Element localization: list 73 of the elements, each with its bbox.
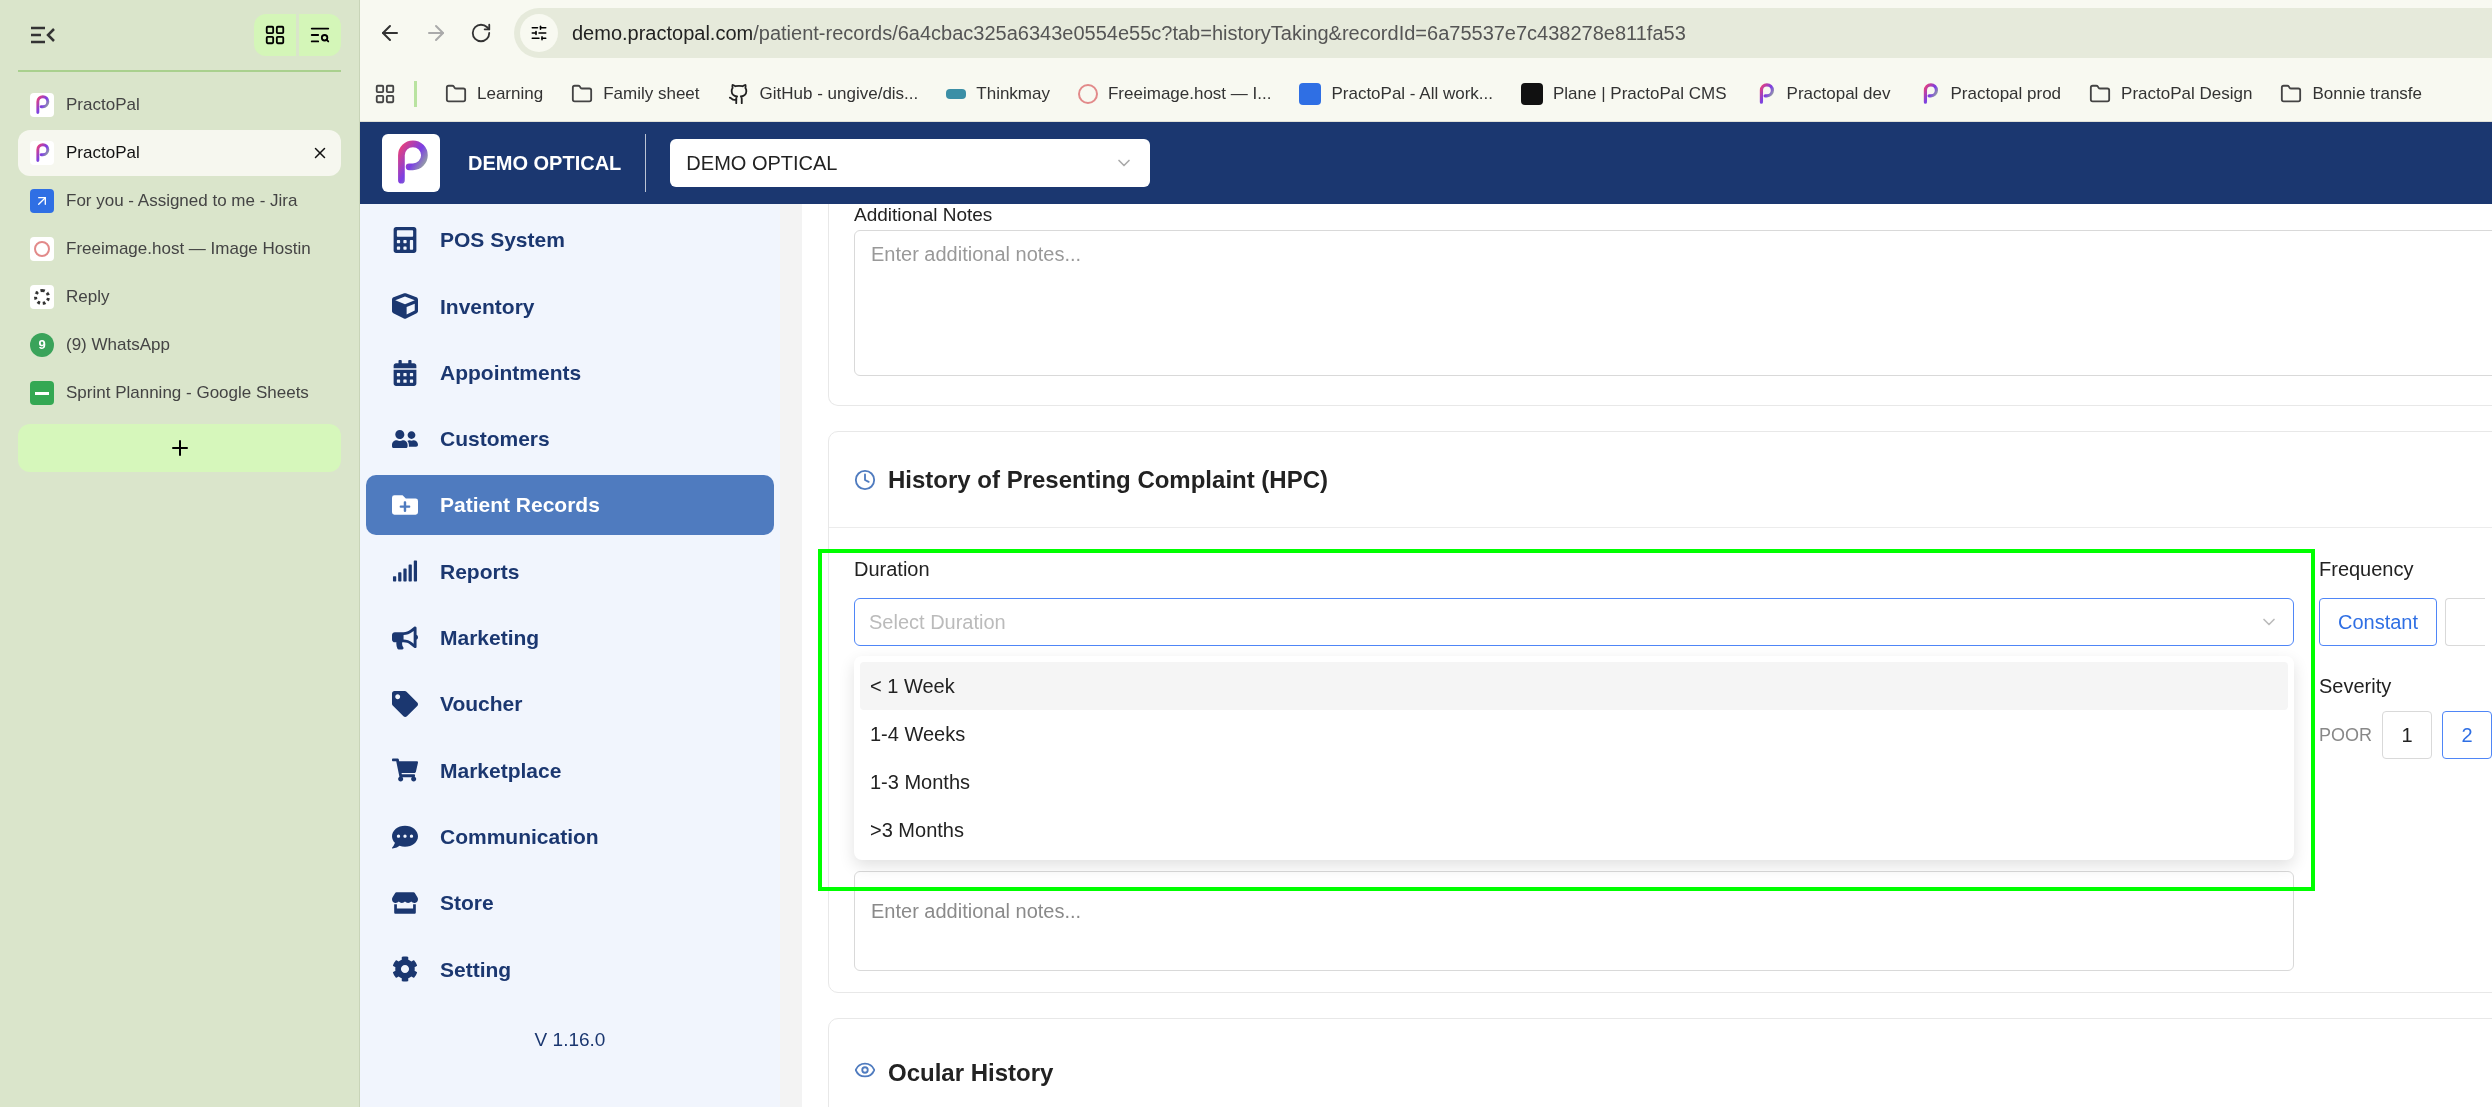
bookmark[interactable]: PractoPal Design <box>2089 80 2253 107</box>
nav-icon <box>392 889 418 916</box>
folder-icon <box>445 82 467 105</box>
browser-tab[interactable]: 9 (9) WhatsApp <box>18 322 341 368</box>
org-select[interactable]: DEMO OPTICAL <box>670 139 1151 187</box>
section-title: Ocular History <box>888 1058 1054 1088</box>
folder-icon <box>2089 82 2112 105</box>
nav-icon <box>392 359 418 386</box>
nav-item[interactable]: POS System <box>366 210 774 270</box>
bookmark[interactable]: GitHub - ungive/dis... <box>727 80 919 107</box>
severity-option[interactable]: 2 <box>2442 711 2492 759</box>
apps-icon[interactable] <box>374 82 396 105</box>
clock-icon <box>854 468 876 491</box>
nav-item[interactable]: Patient Records <box>366 475 774 536</box>
nav-item[interactable]: Inventory <box>366 276 774 337</box>
folder-icon <box>2280 82 2303 105</box>
bookmark[interactable]: Learning <box>445 80 544 107</box>
nav-item[interactable]: Customers <box>366 408 774 469</box>
dropdown-option[interactable]: 1-3 Months <box>860 758 2288 806</box>
bookmark[interactable]: PractoPal - All work... <box>1299 80 1493 107</box>
browser-tab[interactable]: PractoPal <box>18 82 341 128</box>
bookmark[interactable]: Freeimage.host — I... <box>1078 80 1272 107</box>
field-label: Additional Notes <box>854 204 994 226</box>
notes-textarea[interactable]: Enter additional notes... <box>854 230 2492 376</box>
dropdown-option[interactable]: >3 Months <box>860 806 2288 854</box>
scale-low-label: POOR <box>2319 723 2372 747</box>
nav-item[interactable]: Store <box>366 872 774 933</box>
folder-icon <box>571 82 594 105</box>
site-settings-icon[interactable] <box>520 14 558 52</box>
nav-item[interactable]: Reports <box>366 541 774 602</box>
browser-tab[interactable]: Reply <box>18 274 341 320</box>
chat-badge-icon: 9 <box>30 333 54 357</box>
frequency-option[interactable]: Constant <box>2319 598 2438 646</box>
nav-item[interactable]: Communication <box>366 806 774 867</box>
nav-item[interactable]: Marketplace <box>366 740 774 801</box>
nav-item[interactable]: Setting <box>366 939 774 1000</box>
field-label: Severity <box>2319 674 2393 699</box>
bookmark[interactable]: Practopal dev <box>1754 80 1891 107</box>
nav-icon <box>392 691 418 718</box>
nav-icon <box>392 757 418 784</box>
nav-icon <box>392 823 418 850</box>
collapse-sidebar-icon[interactable] <box>30 25 56 45</box>
field-label: Duration <box>854 557 931 582</box>
address-bar[interactable]: demo.practopal.com/patient-records/6a4cbac325a6343e0554e55c?tab=historyTaking&recordId=6a75537e7c438278e811fa53 <box>514 8 2492 58</box>
nav-icon <box>392 624 418 651</box>
severity-option[interactable]: 1 <box>2382 711 2432 759</box>
reload-icon[interactable] <box>470 22 492 44</box>
dropdown-option[interactable]: < 1 Week <box>860 662 2288 710</box>
bookmark[interactable]: Family sheet <box>571 80 700 107</box>
version-label: V 1.16.0 <box>534 1027 606 1052</box>
nav-icon <box>392 293 418 320</box>
browser-tab[interactable]: Sprint Planning - Google Sheets <box>18 370 341 416</box>
field-label: Frequency <box>2319 557 2415 582</box>
tab-grid-button[interactable] <box>254 14 296 56</box>
browser-tab[interactable]: PractoPal <box>18 130 341 176</box>
nav-icon <box>392 227 418 253</box>
bookmark[interactable]: Thinkmay <box>946 80 1050 107</box>
nav-item[interactable]: Voucher <box>366 674 774 735</box>
section-title: History of Presenting Complaint (HPC) <box>888 464 1329 495</box>
browser-tab[interactable]: For you - Assigned to me - Jira <box>18 178 341 224</box>
nav-item[interactable]: Appointments <box>366 342 774 403</box>
grid-icon <box>264 24 286 46</box>
nav-item[interactable]: Marketing <box>366 607 774 668</box>
bookmark[interactable]: Practopal prod <box>1918 80 2062 107</box>
bookmark[interactable]: Plane | PractoPal CMS <box>1521 80 1727 107</box>
notes-textarea[interactable]: Enter additional notes... <box>854 871 2294 971</box>
tab-search-button[interactable] <box>299 14 341 56</box>
nav-icon <box>392 956 418 983</box>
cat-icon <box>727 82 750 105</box>
bookmark[interactable]: Bonnie transfe <box>2280 80 2423 107</box>
browser-tab[interactable]: Freeimage.host — Image Hostin <box>18 226 341 272</box>
dropdown-option[interactable]: 1-4 Weeks <box>860 710 2288 758</box>
brand-name: DEMO OPTICAL <box>468 151 622 176</box>
